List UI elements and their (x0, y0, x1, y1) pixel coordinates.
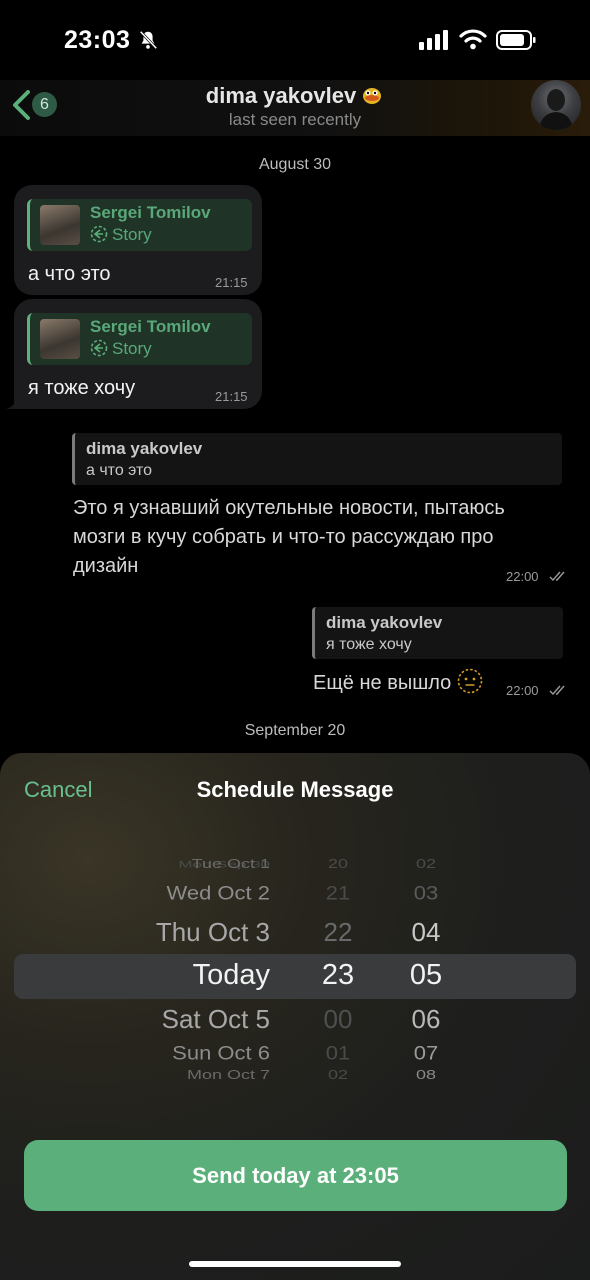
reply-author: dima yakovlev (326, 613, 443, 632)
battery-icon (496, 30, 536, 50)
double-check-icon (549, 571, 565, 582)
hour-option[interactable]: 22 (318, 917, 358, 948)
message-line: мозги в кучу собрать и что-то рассуждаю … (73, 526, 494, 548)
reply-preview[interactable]: dima yakovlev а что это (72, 433, 562, 485)
date-separator: August 30 (258, 156, 332, 173)
outgoing-message[interactable]: dima yakovlev а что это Это я узнавший о… (72, 433, 565, 584)
story-icon (90, 225, 108, 243)
send-scheduled-button[interactable]: Send today at 23:05 (24, 1140, 567, 1211)
hour-option-selected[interactable]: 23 (318, 959, 358, 992)
contact-name[interactable]: dima yakovlev (0, 82, 590, 109)
last-seen-status: last seen recently (228, 110, 362, 129)
message-time: 21:15 (215, 389, 248, 404)
status-bar: 23:03 (0, 0, 590, 80)
day-option-selected[interactable]: Today (193, 959, 270, 992)
day-option[interactable]: Sat Oct 5 (162, 1004, 270, 1035)
day-label: Tue Oct 1 (191, 857, 270, 871)
message-time: 22:00 (506, 569, 539, 584)
picker-selection-band (14, 954, 576, 999)
schedule-message-sheet: Cancel Schedule Message Mon Sep 30 Tue O… (0, 753, 590, 1280)
duck-emoji-icon (363, 88, 382, 104)
home-indicator[interactable] (189, 1261, 401, 1267)
day-option[interactable]: Thu Oct 3 (156, 917, 270, 948)
cellular-signal-icon (419, 30, 448, 50)
hour-option[interactable]: 02 (318, 1068, 358, 1083)
avatar-silhouette-icon (539, 89, 573, 130)
reply-author: Sergei Tomilov (90, 317, 211, 336)
reply-author: dima yakovlev (86, 439, 203, 458)
day-option[interactable]: Wed Oct 2 (166, 882, 270, 905)
reply-preview[interactable]: dima yakovlev я тоже хочу (312, 607, 563, 659)
bubble-tail (6, 395, 20, 409)
minute-option[interactable]: 03 (403, 882, 449, 905)
hour-option[interactable]: 20 (318, 857, 358, 872)
message-line: дизайн (73, 555, 139, 577)
message-line: Ещё не вышло (313, 672, 452, 694)
message-text: Ещё не вышло (313, 668, 483, 698)
hour-option[interactable]: 21 (318, 882, 358, 905)
story-reply-preview[interactable]: Sergei Tomilov Story (27, 199, 252, 251)
double-check-icon (549, 685, 565, 696)
minute-option-selected[interactable]: 05 (403, 959, 449, 992)
message-line: Это я узнавший окутельные новости, пытаю… (73, 497, 505, 519)
minute-option[interactable]: 04 (403, 917, 449, 948)
story-icon (90, 339, 108, 357)
story-label-text: Story (112, 339, 152, 358)
story-thumbnail (40, 205, 80, 245)
contact-name-text: dima yakovlev (205, 83, 357, 108)
bell-muted-icon (139, 30, 158, 50)
date-time-picker[interactable]: Mon Sep 30 Tue Oct 1 20 02 Wed Oct 2 21 … (0, 843, 590, 1103)
message-text: я тоже хочу (28, 377, 136, 399)
reply-text: а что это (86, 462, 153, 479)
chat-header: 6 dima yakovlev last seen recently (0, 80, 590, 136)
day-option[interactable]: Sun Oct 6 (172, 1042, 270, 1065)
hour-option[interactable]: 00 (318, 1004, 358, 1035)
hour-option[interactable]: 01 (318, 1042, 358, 1065)
day-option[interactable]: Tue Oct 1 (192, 857, 270, 872)
minute-option[interactable]: 08 (403, 1068, 449, 1083)
incoming-message[interactable]: Sergei Tomilov Story я тоже хочу 21:15 (14, 299, 262, 409)
contact-avatar[interactable] (531, 80, 581, 130)
reply-text: я тоже хочу (326, 636, 412, 653)
message-time: 21:15 (215, 275, 248, 290)
minute-option[interactable]: 07 (403, 1042, 449, 1065)
neutral-face-emoji-icon (457, 668, 483, 694)
reply-author: Sergei Tomilov (90, 203, 211, 222)
outgoing-message[interactable]: dima yakovlev я тоже хочу Ещё не вышло 2… (312, 607, 565, 703)
message-text: а что это (28, 263, 111, 285)
status-time: 23:03 (64, 26, 131, 54)
minute-option[interactable]: 02 (403, 857, 449, 872)
reply-story-label: Story (90, 339, 152, 359)
story-reply-preview[interactable]: Sergei Tomilov Story (27, 313, 252, 365)
reply-story-label: Story (90, 225, 152, 245)
message-text: Это я узнавший окутельные новости, пытаю… (73, 494, 505, 581)
message-time: 22:00 (506, 683, 539, 698)
story-label-text: Story (112, 225, 152, 244)
sheet-title: Schedule Message (196, 777, 394, 802)
wifi-icon (459, 29, 487, 50)
story-thumbnail (40, 319, 80, 359)
date-separator: September 20 (244, 722, 346, 739)
day-option[interactable]: Mon Oct 7 (187, 1068, 270, 1083)
minute-option[interactable]: 06 (403, 1004, 449, 1035)
incoming-message[interactable]: Sergei Tomilov Story а что это 21:15 (14, 185, 262, 295)
